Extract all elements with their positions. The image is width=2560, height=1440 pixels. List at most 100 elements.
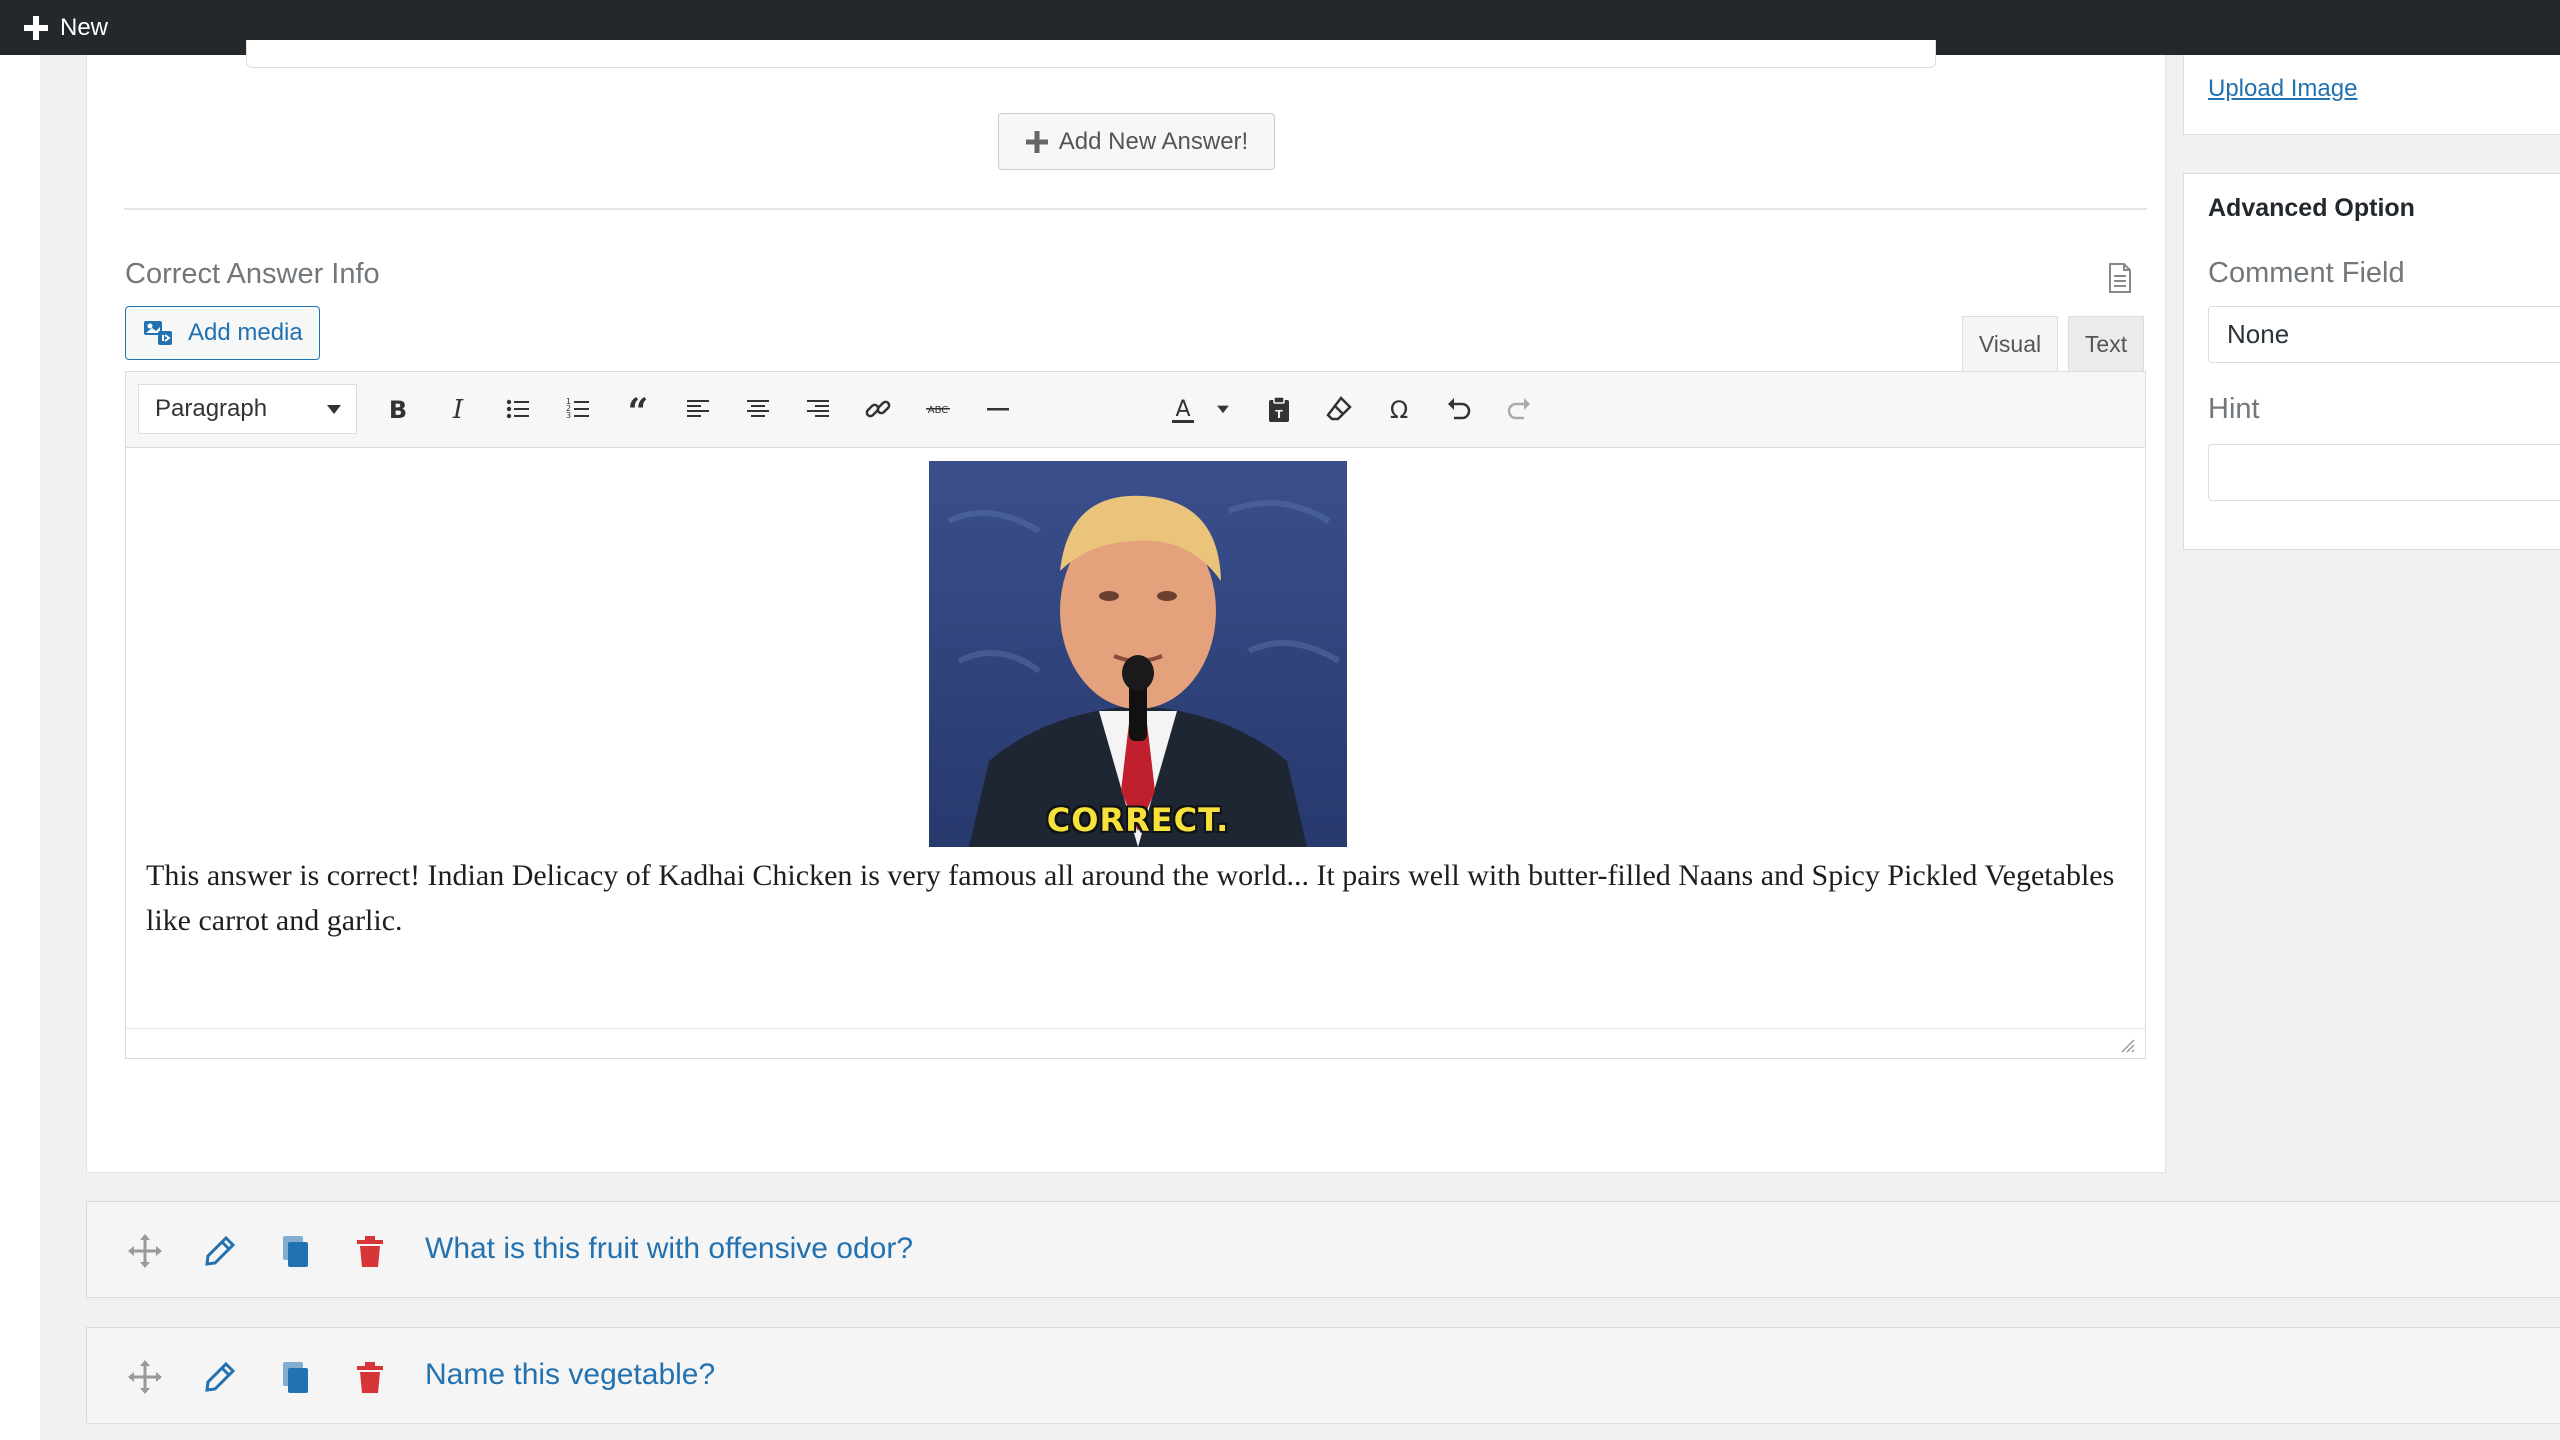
blockquote-button[interactable]: “: [615, 386, 661, 432]
tab-text[interactable]: Text: [2068, 316, 2144, 371]
question-title[interactable]: Name this vegetable?: [425, 1358, 715, 1392]
svg-text:3: 3: [566, 411, 571, 420]
drag-handle[interactable]: [127, 1359, 163, 1395]
italic-icon: I: [452, 395, 464, 424]
svg-text:I: I: [452, 395, 464, 424]
hint-label: Hint: [2208, 393, 2260, 425]
advanced-option-box: Advanced Option Comment Field None Hint: [2183, 173, 2560, 550]
resize-handle-icon[interactable]: [2119, 1037, 2135, 1053]
duplicate-question-button[interactable]: [277, 1359, 313, 1395]
horizontal-line-icon: [987, 408, 1009, 411]
gif-caption: CORRECT.: [1046, 801, 1230, 839]
align-right-icon: [807, 400, 829, 417]
edit-question-button[interactable]: [202, 1233, 238, 1269]
paste-as-text-icon: T: [1269, 396, 1289, 422]
trash-icon: [357, 1362, 383, 1393]
editor-content-area[interactable]: CORRECT. This answer is correct! Indian …: [126, 449, 2145, 1028]
left-margin-strip: [0, 55, 40, 1440]
format-select-value: Paragraph: [155, 395, 268, 422]
strikethrough-button[interactable]: ABC: [915, 386, 961, 432]
rich-text-editor: Paragraph B I 123 “ ABC A T Ω CORRECT. T…: [125, 371, 2146, 1059]
align-left-icon: [687, 400, 709, 417]
editor-toolbar: Paragraph B I 123 “ ABC A T Ω: [126, 372, 2145, 448]
align-left-button[interactable]: [675, 386, 721, 432]
delete-question-button[interactable]: [352, 1233, 388, 1269]
plus-icon: [24, 15, 48, 40]
svg-text:Ω: Ω: [1390, 396, 1408, 424]
new-content-button[interactable]: New: [22, 0, 108, 55]
link-icon: [865, 400, 891, 418]
move-icon: [128, 1234, 162, 1268]
bullet-list-button[interactable]: [495, 386, 541, 432]
correct-reaction-gif[interactable]: CORRECT.: [929, 461, 1347, 847]
correct-answer-info-title: Correct Answer Info: [125, 258, 380, 290]
delete-question-button[interactable]: [352, 1359, 388, 1395]
special-character-button[interactable]: Ω: [1376, 386, 1422, 432]
answer-info-text[interactable]: This answer is correct! Indian Delicacy …: [146, 853, 2126, 943]
insert-link-button[interactable]: [855, 386, 901, 432]
add-media-label: Add media: [188, 319, 303, 346]
undo-icon: [1448, 398, 1471, 420]
bullet-list-icon: [506, 399, 529, 419]
text-color-dropdown[interactable]: [1210, 386, 1236, 432]
add-new-answer-label: Add New Answer!: [1058, 127, 1249, 155]
media-icon: [144, 321, 172, 345]
align-center-button[interactable]: [735, 386, 781, 432]
question-row: Name this vegetable?: [86, 1327, 2560, 1424]
svg-text:ABC: ABC: [928, 405, 949, 416]
hint-input[interactable]: [2208, 444, 2560, 501]
document-icon[interactable]: [2108, 263, 2132, 293]
numbered-list-icon: 123: [566, 397, 589, 420]
upload-image-link[interactable]: Upload Image: [2208, 75, 2357, 103]
align-center-icon: [747, 400, 769, 417]
duplicate-question-button[interactable]: [277, 1233, 313, 1269]
gif-image: [929, 461, 1347, 847]
new-label: New: [60, 13, 109, 41]
special-character-icon: Ω: [1390, 396, 1408, 424]
section-divider: [124, 208, 2147, 210]
svg-text:A: A: [1175, 397, 1190, 422]
tab-visual[interactable]: Visual: [1962, 316, 2058, 371]
italic-button[interactable]: I: [435, 386, 481, 432]
comment-field-select[interactable]: None: [2208, 306, 2560, 363]
plus-icon: [1025, 130, 1048, 153]
bold-button[interactable]: B: [375, 386, 421, 432]
question-title[interactable]: What is this fruit with offensive odor?: [425, 1232, 913, 1266]
question-row: What is this fruit with offensive odor?: [86, 1201, 2560, 1298]
copy-icon: [283, 1236, 308, 1267]
bold-icon: B: [389, 396, 407, 424]
advanced-option-title: Advanced Option: [2208, 194, 2415, 222]
clear-formatting-button[interactable]: [1316, 386, 1362, 432]
svg-text:“: “: [628, 394, 649, 424]
blockquote-icon: “: [628, 394, 649, 424]
comment-field-label: Comment Field: [2208, 257, 2405, 289]
paragraph-format-select[interactable]: Paragraph: [138, 384, 357, 434]
svg-text:B: B: [389, 396, 407, 424]
pencil-icon: [205, 1235, 236, 1266]
editor-status-bar: [126, 1028, 2145, 1058]
strikethrough-icon: ABC: [926, 405, 950, 416]
add-media-button[interactable]: Add media: [125, 306, 320, 360]
paste-as-text-button[interactable]: T: [1256, 386, 1302, 432]
featured-image-box: Upload Image: [2183, 55, 2560, 135]
previous-answer-box: [246, 40, 1936, 68]
text-color-button[interactable]: A: [1160, 386, 1206, 432]
clear-formatting-icon: [1326, 396, 1352, 421]
svg-text:T: T: [1275, 408, 1283, 421]
align-right-button[interactable]: [795, 386, 841, 432]
drag-handle[interactable]: [127, 1233, 163, 1269]
move-icon: [128, 1360, 162, 1394]
redo-icon: [1507, 398, 1530, 420]
edit-question-button[interactable]: [202, 1359, 238, 1395]
dropdown-arrow-icon: [327, 405, 341, 414]
numbered-list-button[interactable]: 123: [555, 386, 601, 432]
horizontal-line-button[interactable]: [975, 386, 1021, 432]
add-new-answer-button[interactable]: Add New Answer!: [998, 113, 1275, 170]
copy-icon: [283, 1362, 308, 1393]
trash-icon: [357, 1236, 383, 1267]
redo-button[interactable]: [1496, 386, 1542, 432]
undo-button[interactable]: [1436, 386, 1482, 432]
pencil-icon: [205, 1361, 236, 1392]
text-color-icon: A: [1172, 397, 1194, 423]
dropdown-arrow-icon: [1217, 405, 1229, 414]
